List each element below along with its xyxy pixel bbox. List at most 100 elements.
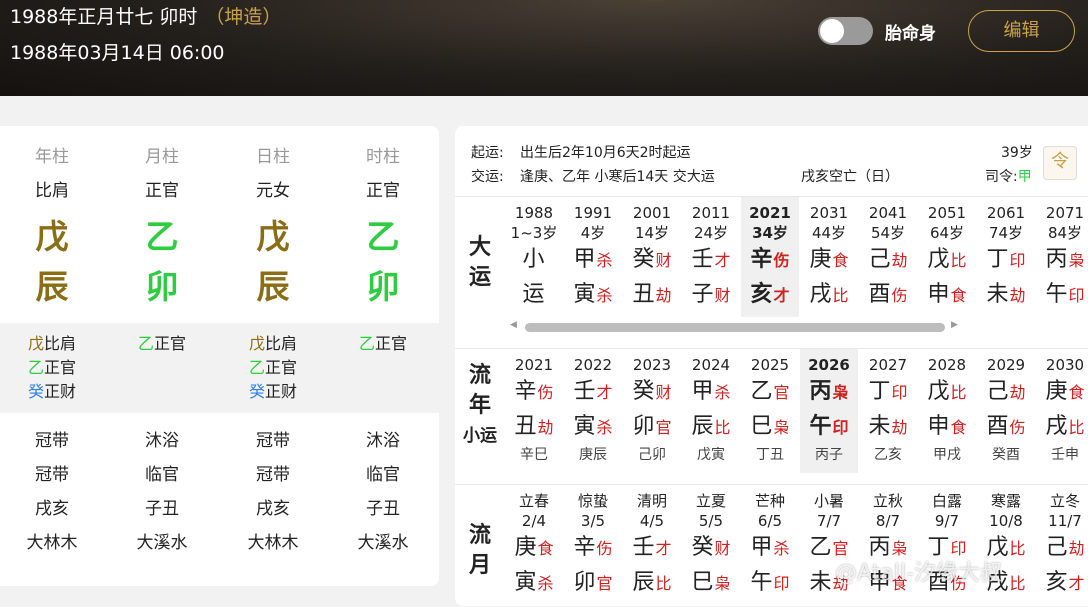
zizuo: 冠带 — [256, 465, 290, 485]
nayin: 大林木 — [247, 533, 299, 553]
hidden-stems: 戊比肩 乙正官 癸正财 — [0, 332, 107, 404]
hidden-stem: 乙正官 — [358, 334, 408, 353]
hidden-stem: 癸正财 — [27, 382, 77, 401]
four-pillars-panel: 年柱 比肩戊辰戊比肩 乙正官 癸正财 冠带 冠带 戌亥 大林木 月柱 正官乙卯乙正官 沐浴 临官 子丑大… — [0, 126, 439, 586]
liuyue-cell[interactable]: 立春 2/4 庚食 寅杀 — [505, 485, 563, 607]
dayun-cell[interactable]: 2031 44岁 庚食 戌比 — [800, 197, 858, 317]
liuyue-cell[interactable]: 立秋 8/7 丙枭 申食 — [859, 485, 917, 607]
liunian-cell[interactable]: 2023 癸财 卯官 己卯 — [623, 349, 681, 473]
scroll-right-icon[interactable]: ▶ — [951, 320, 958, 330]
dayun-cell[interactable]: 2021 34岁 辛伤 亥才 — [741, 197, 799, 317]
kongwang: 戌亥 — [256, 499, 290, 519]
hidden-stem: 乙正官 — [248, 358, 298, 377]
hidden-stems: 乙正官 — [107, 332, 217, 356]
zizuo: 临官 — [145, 465, 179, 485]
dayun-scrollbar[interactable]: ◀ ▶ — [510, 320, 1035, 332]
hidden-stems: 乙正官 — [328, 332, 438, 356]
dayun-cell[interactable]: 2001 14岁 癸财 丑劫 — [623, 197, 681, 317]
pillar-name: 日柱 — [256, 147, 290, 167]
notebook-icon[interactable]: 令 — [1043, 146, 1077, 180]
scroll-thumb[interactable] — [525, 323, 945, 332]
kongwang-text: 戌亥空亡（日） — [801, 169, 899, 185]
xingyun: 冠带 — [256, 431, 290, 451]
heavenly-stem[interactable]: 乙 — [328, 210, 438, 258]
dayun-cell[interactable]: 2011 24岁 壬才 子财 — [682, 197, 740, 317]
hidden-stem: 戊比肩 — [248, 334, 298, 353]
current-age: 39岁 — [1001, 145, 1033, 161]
taimingshen-toggle[interactable] — [818, 17, 873, 45]
jiaoyun-label: 交运: — [471, 169, 504, 185]
qiyun-label: 起运: — [471, 145, 504, 161]
toggle-knob — [820, 19, 844, 43]
heavenly-stem[interactable]: 戊 — [0, 210, 107, 258]
earthly-branch[interactable]: 卯 — [328, 260, 438, 308]
hidden-stem: 戊比肩 — [27, 334, 77, 353]
lunar-date: 1988年正月廿七 卯时 — [10, 6, 198, 28]
dayun-cell[interactable]: 1991 4岁 甲杀 寅杀 — [564, 197, 622, 317]
liuyue-cell[interactable]: 立冬 11/7 己劫 亥才 — [1036, 485, 1088, 607]
liunian-cell[interactable]: 2028 戊比 申食 甲戌 — [918, 349, 976, 473]
edit-button[interactable]: 编辑 — [968, 10, 1075, 52]
earthly-branch[interactable]: 卯 — [107, 260, 217, 308]
liunian-cell[interactable]: 2026 丙枭 午印 丙子 — [800, 349, 858, 473]
pillar-name: 年柱 — [35, 147, 69, 167]
solar-date: 1988年03月14日 06:00 — [10, 42, 225, 64]
xingyun: 冠带 — [35, 431, 69, 451]
liunian-cell[interactable]: 2025 乙官 巳枭 丁丑 — [741, 349, 799, 473]
dayun-cell[interactable]: 2041 54岁 己劫 酉伤 — [859, 197, 917, 317]
watermark: @Atall-汐缘大叔 — [835, 561, 1002, 586]
heavenly-stem[interactable]: 戊 — [218, 210, 328, 258]
liuyue-cell[interactable]: 小暑 7/7 乙官 未劫 — [800, 485, 858, 607]
xingyun: 沐浴 — [366, 431, 400, 451]
heavenly-stem[interactable]: 乙 — [107, 210, 217, 258]
liunian-cell[interactable]: 2027 丁印 未劫 乙亥 — [859, 349, 917, 473]
dayun-cell[interactable]: 2061 74岁 丁印 未劫 — [977, 197, 1035, 317]
liunian-section: 流年小运 2021 辛伤 丑劫 辛巳 2022 壬才 寅杀 庚辰 2023 癸财 卯官 己卯 2024 甲… — [455, 348, 1088, 482]
zizuo: 临官 — [366, 465, 400, 485]
dayun-cell[interactable]: 2071 84岁 丙枭 午印 — [1036, 197, 1088, 317]
pillar-shishen: 元女 — [256, 181, 290, 201]
kongwang: 子丑 — [145, 499, 179, 519]
liuyue-cell[interactable]: 寒露 10/8 戊比 戌比 — [977, 485, 1035, 607]
dayun-section: 大运 1988 1~3岁小运 1991 4岁 甲杀 寅杀 2001 14岁 癸财 丑劫 2011 24… — [455, 196, 1088, 346]
earthly-branch[interactable]: 辰 — [218, 260, 328, 308]
pillar-shishen: 比肩 — [35, 181, 69, 201]
dayun-label: 大运 — [468, 235, 491, 290]
liunian-cell[interactable]: 2024 甲杀 辰比 戊寅 — [682, 349, 740, 473]
scroll-left-icon[interactable]: ◀ — [510, 320, 517, 330]
liunian-cell[interactable]: 2022 壬才 寅杀 庚辰 — [564, 349, 622, 473]
chart-header: 1988年正月廿七 卯时 （坤造） 1988年03月14日 06:00 胎命身 编… — [0, 0, 1088, 96]
fortune-panel: 起运: 出生后2年10月6天2时起运 39岁 交运: 逢庚、乙年 小寒后14天 … — [455, 126, 1088, 606]
kongwang: 戌亥 — [35, 499, 69, 519]
siling-value: 甲 — [1017, 169, 1032, 185]
kongwang: 子丑 — [366, 499, 400, 519]
liuyue-cell[interactable]: 白露 9/7 丁印 酉伤 — [918, 485, 976, 607]
nayin: 大溪水 — [136, 533, 188, 553]
pillar-name: 时柱 — [366, 147, 400, 167]
toggle-label: 胎命身 — [885, 24, 936, 44]
liuyue-label: 流月 — [468, 523, 491, 578]
pillar-name: 月柱 — [145, 147, 179, 167]
liuyue-cell[interactable]: 清明 4/5 壬才 辰比 — [623, 485, 681, 607]
pillar-shishen: 正官 — [366, 181, 400, 201]
liuyue-cell[interactable]: 惊蛰 3/5 辛伤 卯官 — [564, 485, 622, 607]
nayin: 大溪水 — [357, 533, 409, 553]
qiyun-text: 出生后2年10月6天2时起运 — [520, 145, 691, 161]
hidden-stems: 戊比肩 乙正官 癸正财 — [218, 332, 328, 404]
xingyun: 沐浴 — [145, 431, 179, 451]
earthly-branch[interactable]: 辰 — [0, 260, 107, 308]
dayun-cell[interactable]: 1988 1~3岁小运 — [505, 197, 563, 317]
liunian-cell[interactable]: 2029 己劫 酉伤 癸酉 — [977, 349, 1035, 473]
jiaoyun-text: 逢庚、乙年 小寒后14天 交大运 — [520, 169, 715, 185]
liuyue-cell[interactable]: 立夏 5/5 癸财 巳枭 — [682, 485, 740, 607]
liuyue-cell[interactable]: 芒种 6/5 甲杀 午印 — [741, 485, 799, 607]
liunian-cell[interactable]: 2030 庚食 戌比 壬申 — [1036, 349, 1088, 473]
hidden-stem: 癸正财 — [248, 382, 298, 401]
hidden-stem: 乙正官 — [137, 334, 187, 353]
liunian-cell[interactable]: 2021 辛伤 丑劫 辛巳 — [505, 349, 563, 473]
hidden-stem: 乙正官 — [27, 358, 77, 377]
dayun-cell[interactable]: 2051 64岁 戊比 申食 — [918, 197, 976, 317]
siling-label: 司令: — [985, 169, 1018, 185]
lunar-date-line: 1988年正月廿七 卯时 （坤造） — [10, 2, 281, 29]
zizuo: 冠带 — [35, 465, 69, 485]
